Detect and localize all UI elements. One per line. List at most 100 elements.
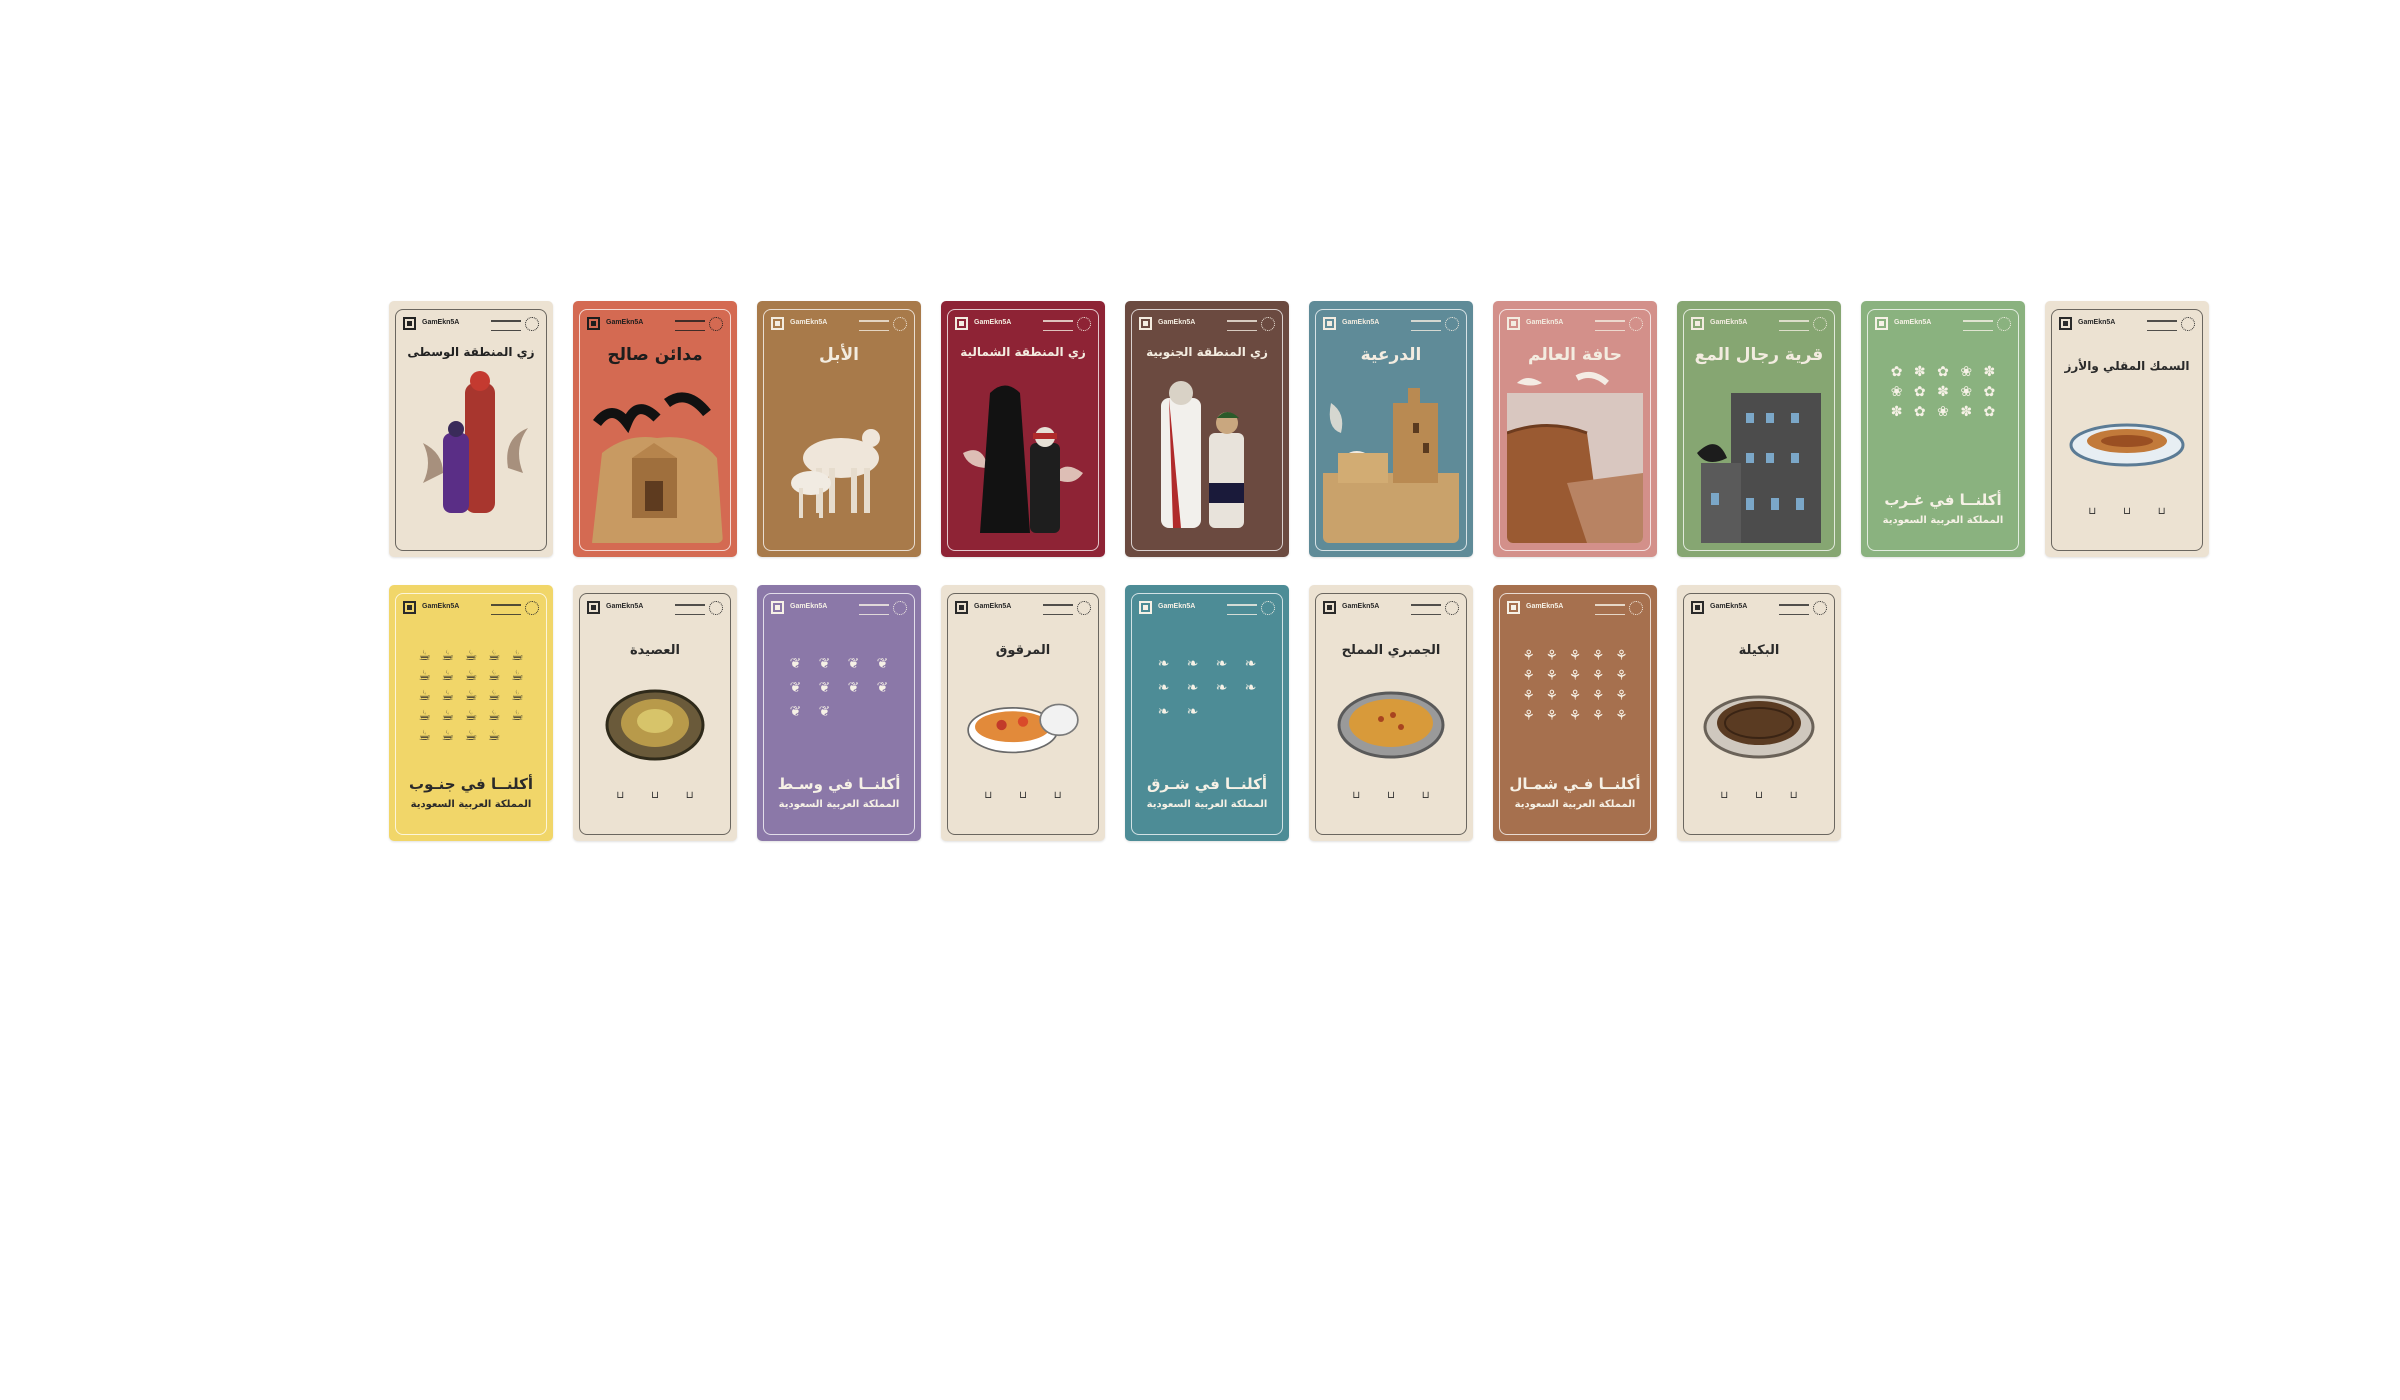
card-diriyah[interactable]: GamEkn5A الدرعية (1309, 301, 1473, 557)
card-west-food[interactable]: GamEkn5A ✿ ✽ ✿ ❀ ✽ ❀ ✿ ✽ ❀ ✿ ✽ ✿ ❀ ✽ ✿ أكلنــا في غـرب ال… (1861, 301, 2025, 557)
sponsor-seal-icon (1261, 317, 1275, 331)
sponsor-seal-icon (709, 317, 723, 331)
sponsor-seal-icon (1813, 317, 1827, 331)
food-icon: ⚘ (1568, 708, 1582, 724)
brand-label: GamEkn5A (974, 603, 1012, 610)
card-header: GamEkn5A (587, 317, 723, 333)
card-southern-dress[interactable]: GamEkn5A زي المنطقة الجنوبية (1125, 301, 1289, 557)
food-icon: ❦ (818, 704, 831, 720)
sponsor-wordmark-icon (491, 320, 521, 331)
brand-label: GamEkn5A (1710, 319, 1748, 326)
sponsor-wordmark-icon (859, 320, 889, 331)
card-subtitle: المملكة العربية السعودية (778, 799, 900, 810)
cup-icon: ⊔ (2088, 506, 2097, 517)
card-fried-fish-rice[interactable]: GamEkn5A السمك المقلي والأرز ⊔ ⊔ ⊔ (2045, 301, 2209, 557)
cliff-illustration (1507, 363, 1643, 543)
food-icon: ⚘ (1522, 668, 1535, 684)
food-icon: ☕ (441, 728, 455, 744)
card-title: الجمبري المملح (1341, 643, 1441, 658)
food-icon: ☕ (487, 688, 501, 704)
food-icon-grid: ❧ ❧ ❧ ❧ ❧ ❧ ❧ ❧ ❧ ❧ (1149, 655, 1265, 721)
card-northern-dress[interactable]: GamEkn5A زي المنطقة الشمالية (941, 301, 1105, 557)
brand-logo-icon (1875, 317, 1888, 330)
card-camel[interactable]: GamEkn5A الأبل (757, 301, 921, 557)
card-bakila[interactable]: GamEkn5A البكيلة ⊔ ⊔ ⊔ (1677, 585, 1841, 841)
food-icon: ☕ (511, 668, 524, 684)
food-icon: ⚘ (1615, 688, 1628, 704)
card-subtitle: المملكة العربية السعودية (410, 799, 532, 810)
sponsor-wordmark-icon (675, 320, 705, 331)
rock-tomb-illustration (587, 363, 723, 543)
card-header: GamEkn5A (1507, 601, 1643, 617)
card-east-food[interactable]: GamEkn5A ❧ ❧ ❧ ❧ ❧ ❧ ❧ ❧ ❧ ❧ أكلنــا في شـرق المملكة… (1125, 585, 1289, 841)
food-icon: ⚘ (1591, 708, 1605, 724)
brand-label: GamEkn5A (2078, 319, 2116, 326)
brand-label: GamEkn5A (1342, 319, 1380, 326)
sponsor-wordmark-icon (1779, 320, 1809, 331)
food-icon: ☕ (487, 668, 501, 684)
food-icon: ☕ (487, 728, 501, 744)
cup-icon: ⊔ (1387, 790, 1395, 801)
cup-row: ⊔ ⊔ ⊔ (603, 790, 707, 801)
food-icon: ❀ (1960, 384, 1973, 400)
sponsor-seal-icon (1077, 317, 1091, 331)
sponsor-wordmark-icon (1227, 604, 1257, 615)
card-central-food[interactable]: GamEkn5A ❦ ❦ ❦ ❦ ❦ ❦ ❦ ❦ ❦ ❦ أكلنــا في وسـط المملكة… (757, 585, 921, 841)
brand-logo-icon (403, 601, 416, 614)
cup-icon: ⊔ (2157, 506, 2166, 517)
food-icon: ☕ (511, 708, 524, 724)
card-madain-saleh[interactable]: GamEkn5A مدائن صالح (573, 301, 737, 557)
brand-label: GamEkn5A (1526, 603, 1564, 610)
card-title: أكلنــا فـي شمـال (1509, 775, 1641, 793)
cup-icon: ⊔ (616, 790, 625, 801)
card-jumbri[interactable]: GamEkn5A الجمبري المملح ⊔ ⊔ ⊔ (1309, 585, 1473, 841)
card-edge-of-world[interactable]: GamEkn5A حافة العالم (1493, 301, 1657, 557)
brand-label: GamEkn5A (606, 319, 644, 326)
food-icon: ⚘ (1568, 688, 1582, 704)
brand-logo-icon (955, 317, 968, 330)
food-icon-grid: ⚘ ⚘ ⚘ ⚘ ⚘ ⚘ ⚘ ⚘ ⚘ ⚘ ⚘ ⚘ ⚘ ⚘ ⚘ ⚘ ⚘ ⚘ ⚘ ⚘ (1517, 647, 1633, 725)
food-icon: ⚘ (1591, 668, 1605, 684)
food-icon: ❦ (789, 656, 802, 672)
sponsor-wordmark-icon (491, 604, 521, 615)
card-marqooq[interactable]: GamEkn5A المرقوق ⊔ ⊔ ⊔ (941, 585, 1105, 841)
brand-logo-icon (2059, 317, 2072, 330)
food-icon: ⚘ (1545, 668, 1559, 684)
sponsor-seal-icon (1629, 601, 1643, 615)
card-south-food[interactable]: GamEkn5A ☕ ☕ ☕ ☕ ☕ ☕ ☕ ☕ ☕ ☕ ☕ ☕ ☕ ☕ ☕ ☕ ☕ ☕ ☕ ☕ ☕ ☕ ☕ ☕ أكلنــا … (389, 585, 553, 841)
food-icon: ⚘ (1568, 648, 1582, 664)
food-icon: ☕ (418, 728, 431, 744)
brand-label: GamEkn5A (1158, 603, 1196, 610)
food-icon: ❦ (847, 656, 860, 672)
sponsor-wordmark-icon (2147, 320, 2177, 331)
brand-logo-icon (1323, 601, 1336, 614)
sponsor-seal-icon (1445, 601, 1459, 615)
card-title: الأبل (818, 345, 860, 365)
card-north-food[interactable]: GamEkn5A ⚘ ⚘ ⚘ ⚘ ⚘ ⚘ ⚘ ⚘ ⚘ ⚘ ⚘ ⚘ ⚘ ⚘ ⚘ ⚘ ⚘ ⚘ ⚘ ⚘ أكلنــا فـي … (1493, 585, 1657, 841)
food-icon: ☕ (487, 708, 501, 724)
food-icon: ⚘ (1545, 708, 1559, 724)
brand-logo-icon (1691, 317, 1704, 330)
food-icon: ❧ (1186, 704, 1199, 720)
card-title: العصيدة (630, 643, 680, 658)
card-rijal-almaa[interactable]: GamEkn5A قرية رجال المع (1677, 301, 1841, 557)
card-asida[interactable]: GamEkn5A العصيدة ⊔ ⊔ ⊔ (573, 585, 737, 841)
stone-village-illustration (1691, 363, 1827, 543)
card-header: GamEkn5A (771, 601, 907, 617)
cup-icon: ⊔ (1720, 790, 1729, 801)
sponsor-seal-icon (1077, 601, 1091, 615)
food-icon: ⚘ (1522, 688, 1535, 704)
card-header: GamEkn5A (1691, 601, 1827, 617)
sponsor-wordmark-icon (1227, 320, 1257, 331)
cup-icon: ⊔ (1789, 790, 1798, 801)
card-header: GamEkn5A (1323, 601, 1459, 617)
marqooq-dish-illustration (963, 685, 1083, 765)
card-header: GamEkn5A (955, 317, 1091, 333)
food-icon: ✿ (1937, 364, 1949, 380)
fish-dish-illustration (2067, 401, 2187, 481)
card-central-dress[interactable]: GamEkn5A زي المنطقة الوسطى (389, 301, 553, 557)
brand-logo-icon (1507, 601, 1520, 614)
sponsor-seal-icon (525, 601, 539, 615)
card-title: البكيلة (1738, 643, 1780, 658)
sponsor-wordmark-icon (1043, 320, 1073, 331)
